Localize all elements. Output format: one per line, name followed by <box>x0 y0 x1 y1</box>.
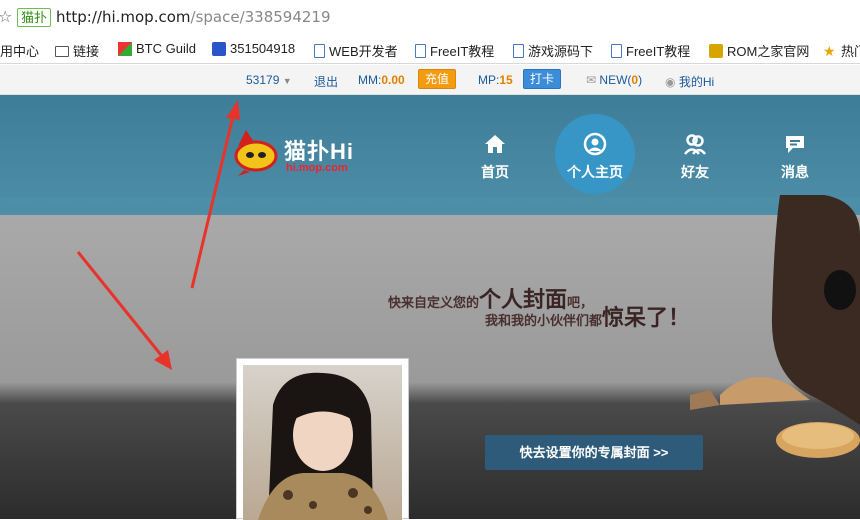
arrow-line <box>76 251 167 361</box>
annotation-arrows <box>76 100 240 370</box>
arrow-head <box>154 350 172 370</box>
arrow-line <box>190 111 236 289</box>
arrow-head <box>226 100 240 120</box>
